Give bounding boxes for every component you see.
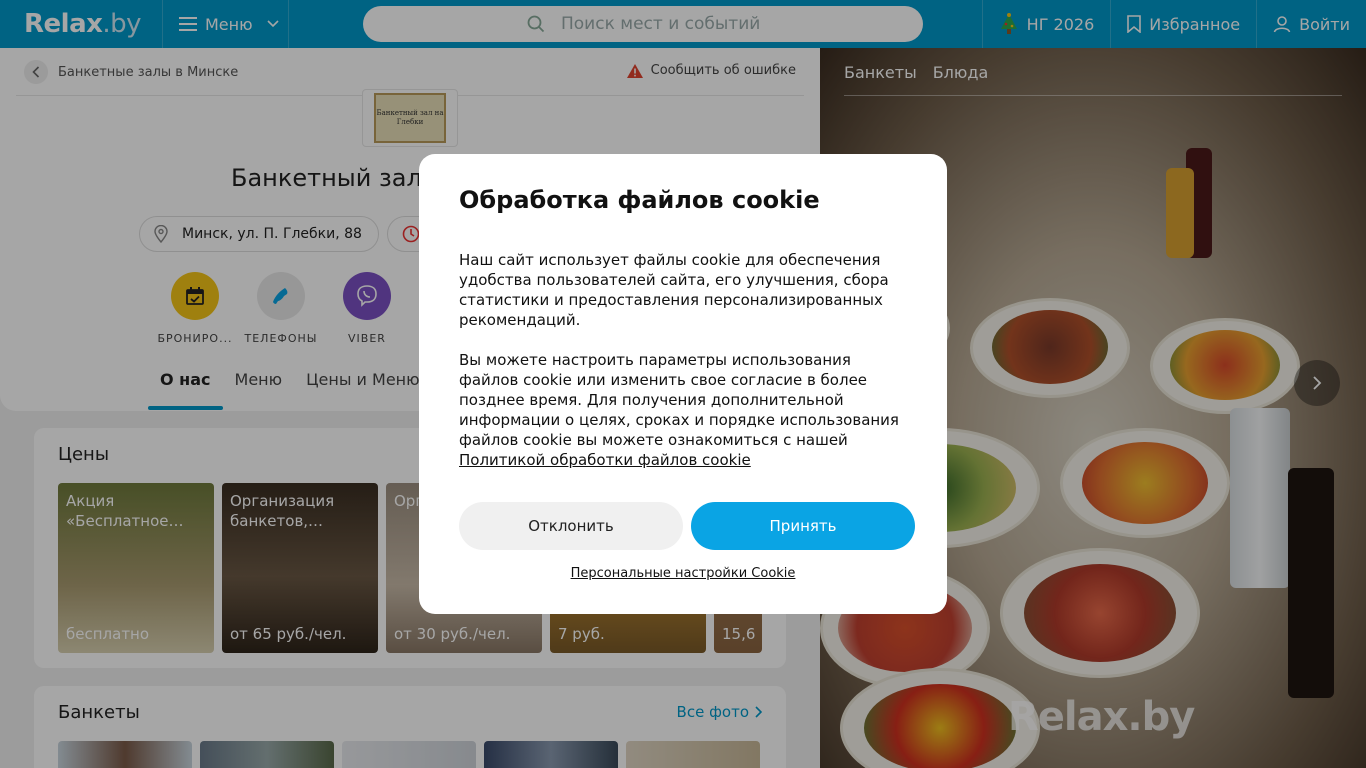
accept-button[interactable]: Принять: [691, 502, 915, 550]
decline-button[interactable]: Отклонить: [459, 502, 683, 550]
cookie-settings-link[interactable]: Персональные настройки Cookie: [419, 566, 947, 581]
cookie-title: Обработка файлов cookie: [459, 186, 820, 214]
cookie-text-2-body: Вы можете настроить параметры использова…: [459, 351, 899, 449]
cookie-text-1: Наш сайт использует файлы cookie для обе…: [459, 251, 889, 329]
cookie-dialog: Обработка файлов cookie Наш сайт использ…: [419, 154, 947, 614]
cookie-text-2: Вы можете настроить параметры использова…: [459, 350, 909, 470]
cookie-policy-link[interactable]: Политикой обработки файлов cookie: [459, 451, 751, 469]
